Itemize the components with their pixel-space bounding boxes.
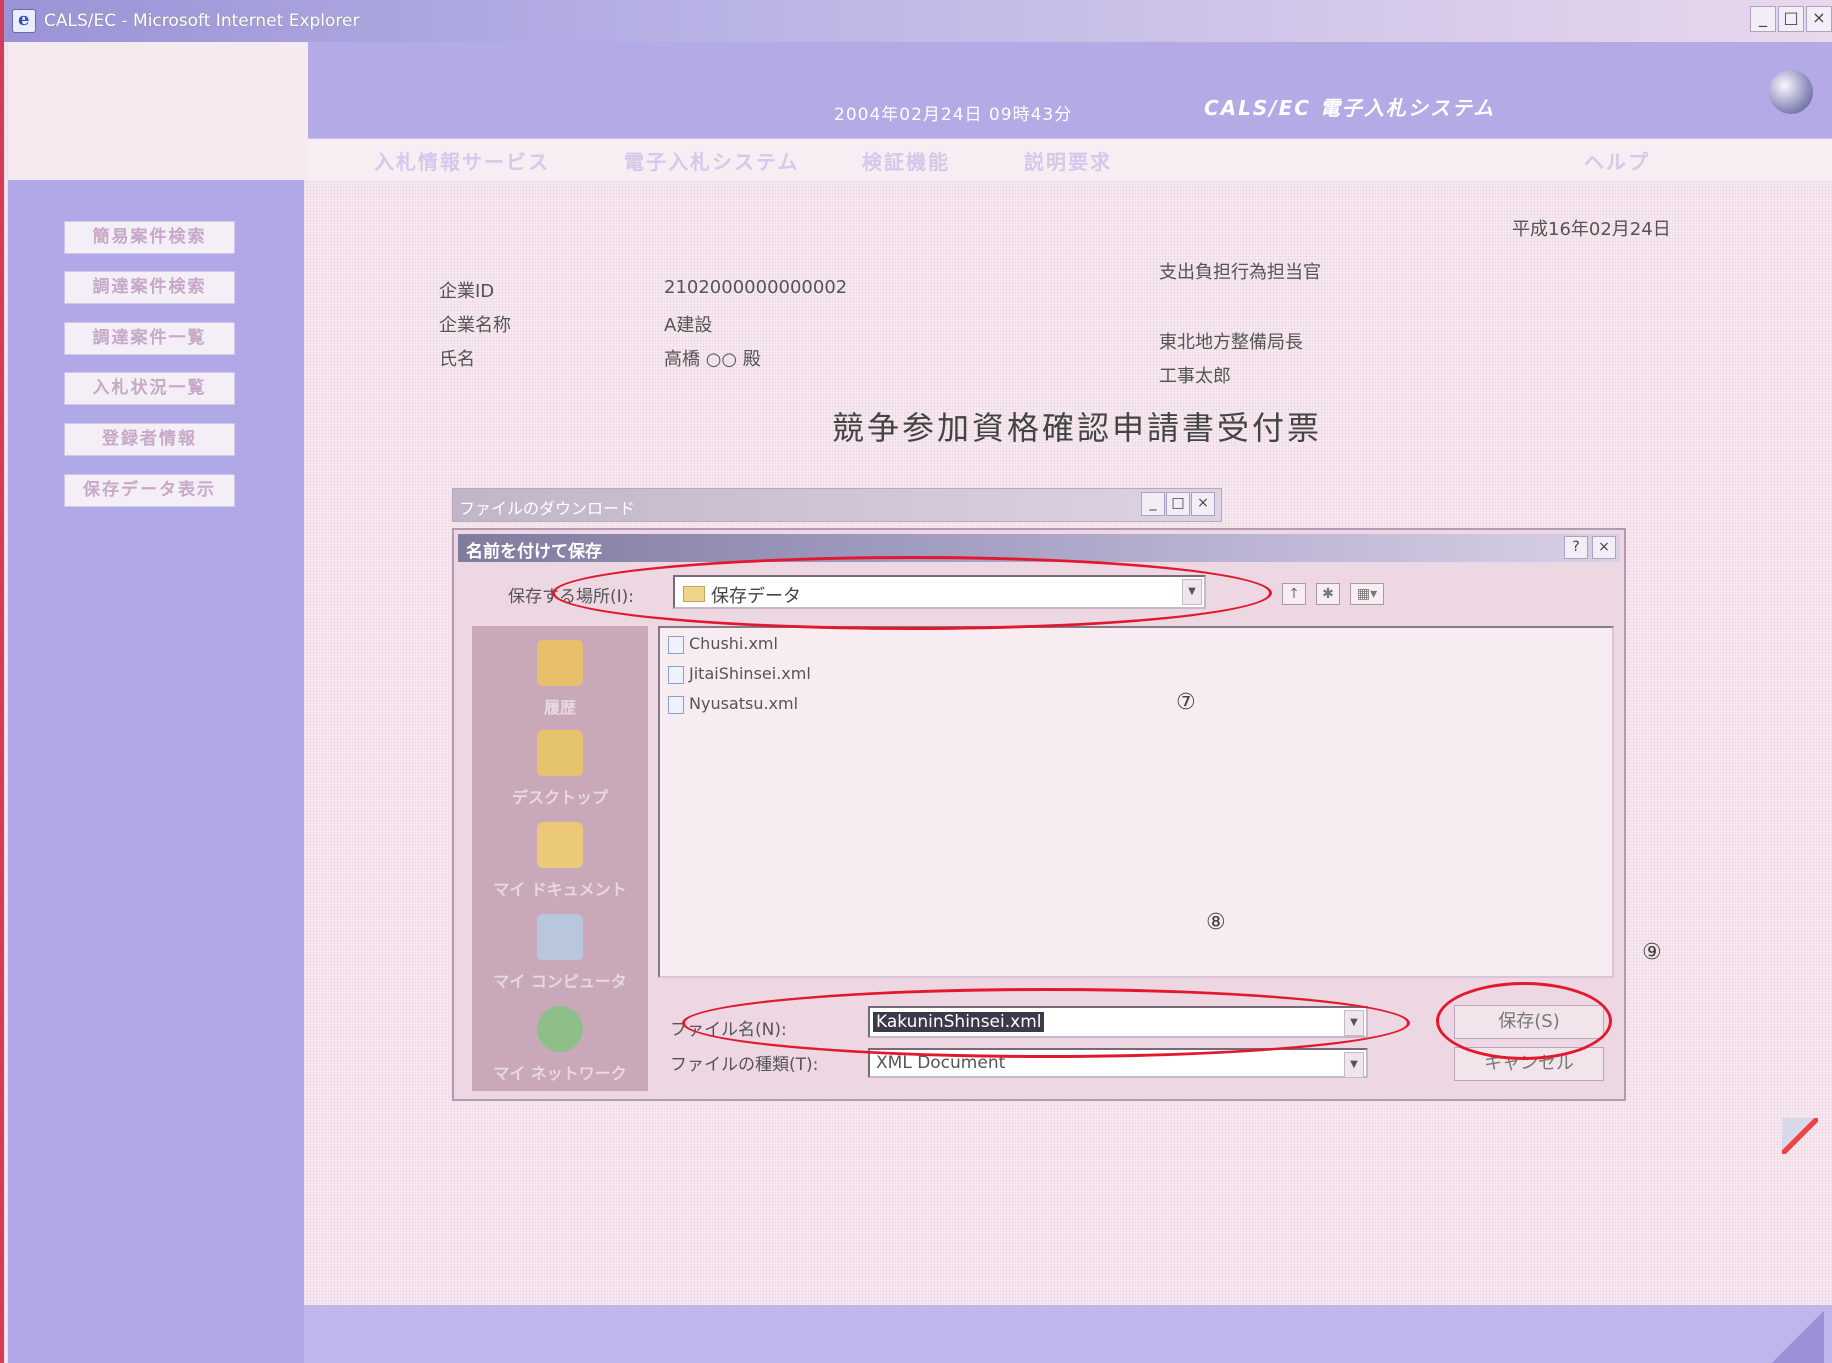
nav-e-bidding-system[interactable]: 電子入札システム — [624, 146, 799, 175]
nav-bid-info-service[interactable]: 入札情報サービス — [374, 146, 550, 175]
save-as-title: 名前を付けて保存 — [466, 542, 602, 562]
file-download-dialog: ファイルのダウンロード _ □ × — [452, 488, 1222, 522]
company-name-label: 企業名称 — [439, 315, 511, 336]
window-titlebar: CALS/EC - Microsoft Internet Explorer _ … — [4, 0, 1832, 42]
xml-file-icon — [668, 665, 684, 684]
maximize-button[interactable]: □ — [1778, 6, 1804, 32]
system-logo-text: CALS/EC 電子入札システム — [1204, 96, 1496, 120]
place-history[interactable]: 履歴 — [472, 640, 648, 718]
recipient-line-2: 東北地方整備局長 — [1159, 332, 1303, 353]
file-item[interactable]: JitaiShinsei.xml — [668, 664, 811, 684]
current-datetime: 2004年02月24日 09時43分 — [834, 105, 1073, 125]
places-bar: 履歴 デスクトップ マイ ドキュメント マイ コンピュータ マイ ネットワーク — [472, 626, 648, 1091]
pen-icon — [1782, 1118, 1818, 1154]
window-controls: _ □ × — [1750, 6, 1832, 32]
close-button[interactable]: × — [1806, 6, 1832, 32]
nav-verification[interactable]: 検証機能 — [862, 146, 950, 175]
company-id-label: 企業ID — [439, 281, 495, 302]
minimize-button[interactable]: _ — [1750, 6, 1776, 32]
highlight-save-location — [552, 556, 1272, 630]
chevron-down-icon[interactable]: ▼ — [1344, 1052, 1364, 1078]
place-my-network-label: マイ ネットワーク — [493, 1064, 627, 1083]
file-list[interactable]: Chushi.xml JitaiShinsei.xml Nyusatsu.xml — [658, 626, 1614, 978]
footer-corner — [1766, 1305, 1824, 1363]
internet-explorer-icon — [12, 9, 36, 33]
browser-window: CALS/EC - Microsoft Internet Explorer _ … — [0, 0, 1832, 1363]
recipient-line-3: 工事太郎 — [1159, 366, 1231, 387]
person-label: 氏名 — [439, 349, 475, 370]
place-desktop[interactable]: デスクトップ — [472, 730, 648, 808]
window-title: CALS/EC - Microsoft Internet Explorer — [44, 11, 360, 31]
my-network-icon — [537, 1006, 583, 1052]
history-icon — [537, 640, 583, 686]
file-name: Chushi.xml — [689, 634, 778, 653]
header-left-blank — [8, 42, 308, 180]
place-desktop-label: デスクトップ — [511, 788, 608, 807]
place-my-network[interactable]: マイ ネットワーク — [472, 1006, 648, 1084]
xml-file-icon — [668, 635, 684, 654]
globe-icon — [1769, 70, 1813, 114]
place-history-label: 履歴 — [543, 698, 576, 717]
my-documents-icon — [537, 822, 583, 868]
view-menu-icon[interactable]: ▦▾ — [1350, 583, 1384, 605]
place-my-documents[interactable]: マイ ドキュメント — [472, 822, 648, 900]
highlight-filename — [682, 988, 1410, 1058]
xml-file-icon — [668, 695, 684, 714]
download-maximize-button[interactable]: □ — [1166, 492, 1190, 516]
file-name: Nyusatsu.xml — [689, 694, 799, 713]
download-minimize-button[interactable]: _ — [1141, 492, 1165, 516]
save-as-controls: ? × — [1564, 536, 1616, 559]
place-my-documents-label: マイ ドキュメント — [493, 880, 627, 899]
document-date: 平成16年02月24日 — [1512, 219, 1671, 240]
nav-help[interactable]: ヘルプ — [1584, 146, 1650, 175]
company-name-value: A建設 — [664, 315, 713, 336]
footer-bar — [304, 1305, 1832, 1363]
left-sidebar: 簡易案件検索 調達案件検索 調達案件一覧 入札状況一覧 登録者情報 保存データ表… — [8, 180, 304, 1363]
new-folder-icon[interactable]: ✱ — [1316, 583, 1340, 605]
company-id-value: 2102000000000002 — [664, 277, 848, 298]
sidebar-procurement-search[interactable]: 調達案件検索 — [64, 271, 235, 304]
download-dialog-controls: _ □ × — [1141, 492, 1215, 516]
file-item[interactable]: Chushi.xml — [668, 634, 778, 654]
save-as-close-button[interactable]: × — [1592, 536, 1616, 559]
recipient-line-1: 支出負担行為担当官 — [1159, 262, 1321, 283]
place-my-computer-label: マイ コンピュータ — [493, 972, 627, 991]
filetype-label: ファイルの種類(T): — [670, 1055, 819, 1075]
person-value: 高橋 ○○ 殿 — [664, 349, 761, 370]
my-computer-icon — [537, 914, 583, 960]
sidebar-registrant-info[interactable]: 登録者情報 — [64, 423, 235, 456]
sidebar-simple-search[interactable]: 簡易案件検索 — [64, 221, 235, 254]
desktop-icon — [537, 730, 583, 776]
sidebar-bid-status-list[interactable]: 入札状況一覧 — [64, 372, 235, 405]
annotation-marker-9: ⑨ — [1642, 940, 1662, 965]
annotation-marker-8: ⑧ — [1206, 910, 1226, 935]
place-my-computer[interactable]: マイ コンピュータ — [472, 914, 648, 992]
up-folder-icon[interactable]: ↑ — [1282, 583, 1306, 605]
download-close-button[interactable]: × — [1191, 492, 1215, 516]
file-item[interactable]: Nyusatsu.xml — [668, 694, 798, 714]
help-button[interactable]: ? — [1564, 536, 1588, 559]
document-title: 競争参加資格確認申請書受付票 — [832, 409, 1323, 447]
file-download-title: ファイルのダウンロード — [459, 499, 636, 518]
annotation-marker-7: ⑦ — [1176, 690, 1196, 715]
highlight-save-button — [1436, 982, 1612, 1060]
file-name: JitaiShinsei.xml — [689, 664, 811, 683]
sidebar-saved-data[interactable]: 保存データ表示 — [64, 474, 235, 507]
sidebar-procurement-list[interactable]: 調達案件一覧 — [64, 322, 235, 355]
nav-explanation-request[interactable]: 説明要求 — [1024, 146, 1112, 175]
